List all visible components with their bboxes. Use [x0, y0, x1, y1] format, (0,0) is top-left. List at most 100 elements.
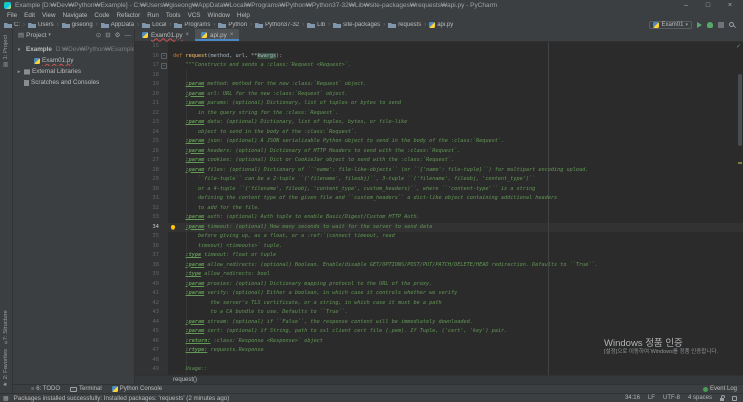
menu-item-edit[interactable]: Edit: [21, 11, 38, 20]
search-everywhere-icon[interactable]: [729, 22, 734, 27]
menu-item-run[interactable]: Run: [144, 11, 162, 20]
editor[interactable]: 15 16− def request(method, url, **kwargs):…: [135, 42, 743, 375]
line-number[interactable]: 40: [135, 279, 168, 289]
editor-line[interactable]: 15: [135, 42, 743, 52]
line-number[interactable]: 32: [135, 203, 168, 213]
line-number[interactable]: 26: [135, 146, 168, 156]
editor-line[interactable]: 45 :param cert: (optional) if String, pa…: [135, 327, 743, 337]
intention-bulb-icon[interactable]: [171, 224, 175, 229]
editor-line[interactable]: 28 :param files: (optional) Dictionary o…: [135, 165, 743, 175]
line-number[interactable]: 39: [135, 270, 168, 280]
editor-line[interactable]: 35 before giving up, as a float, or a :r…: [135, 232, 743, 242]
inspections-ok-icon[interactable]: ✓: [736, 43, 741, 50]
line-number[interactable]: 20: [135, 89, 168, 99]
editor-line[interactable]: 31 defining the content type of the give…: [135, 194, 743, 204]
breadcrumb-item-c[interactable]: C:: [4, 22, 20, 28]
editor-line[interactable]: 43 to a CA bundle to use. Defaults to ``…: [135, 308, 743, 318]
tool-window-switcher-icon[interactable]: ▦: [3, 395, 9, 402]
breadcrumb-item-appdata[interactable]: AppData: [100, 22, 134, 28]
editor-line[interactable]: 29 ``file-tuple`` can be a 2-tuple ``('f…: [135, 175, 743, 185]
line-number[interactable]: 30: [135, 184, 168, 194]
lock-icon[interactable]: [720, 395, 725, 401]
editor-line[interactable]: 34 :param timeout: (optional) How many s…: [135, 222, 743, 232]
run-configuration-select[interactable]: Exam01 ▾: [649, 20, 692, 29]
project-tree-item-example[interactable]: ▾ Example D:₩Dev₩Python₩Example: [13, 44, 134, 55]
editor-line[interactable]: 16− def request(method, url, **kwargs):: [135, 51, 743, 61]
editor-line[interactable]: 21 :param params: (optional) Dictionary,…: [135, 99, 743, 109]
editor-line[interactable]: 46 :return: :class:`Response <Response>`…: [135, 336, 743, 346]
breadcrumb-item-local[interactable]: Local: [142, 22, 166, 28]
line-number[interactable]: 25: [135, 137, 168, 147]
file-encoding[interactable]: UTF-8: [663, 395, 680, 401]
menu-item-tools[interactable]: Tools: [163, 11, 184, 20]
line-number[interactable]: 34: [135, 222, 168, 232]
line-number[interactable]: 23: [135, 118, 168, 128]
breadcrumb-item-requests[interactable]: requests: [388, 22, 421, 28]
editor-line[interactable]: 41 :param verify: (optional) Either a bo…: [135, 289, 743, 299]
menu-item-refactor[interactable]: Refactor: [113, 11, 143, 20]
tool-window-button-python-console[interactable]: Python Console: [111, 386, 162, 392]
line-number[interactable]: 28: [135, 165, 168, 175]
editor-line[interactable]: 39 :type allow_redirects: bool: [135, 270, 743, 280]
breadcrumb-item-sitepackages[interactable]: site-packages: [333, 22, 380, 28]
breadcrumb-item-giseong[interactable]: giseong: [61, 22, 93, 28]
chevron-down-icon[interactable]: ▾: [48, 32, 51, 38]
line-number[interactable]: 37: [135, 251, 168, 261]
editor-line[interactable]: 17− """Constructs and sends a :class:`Re…: [135, 61, 743, 71]
run-button[interactable]: [697, 21, 702, 28]
editor-line[interactable]: 49 Usage::: [135, 365, 743, 375]
inspections-profile-icon[interactable]: [732, 395, 737, 401]
collapse-all-icon[interactable]: ⊟: [105, 31, 110, 39]
project-tree-item-external-libraries[interactable]: ▸ External Libraries: [13, 66, 134, 77]
menu-item-help[interactable]: Help: [234, 11, 253, 20]
breadcrumb-member[interactable]: request(): [135, 377, 197, 383]
line-number[interactable]: 21: [135, 99, 168, 109]
editor-line[interactable]: 23 :param data: (optional) Dictionary, l…: [135, 118, 743, 128]
line-ending[interactable]: LF: [648, 395, 655, 401]
editor-line[interactable]: 30 or a 4-tuple ``('filename', fileobj, …: [135, 184, 743, 194]
editor-line[interactable]: 24 object to send in the body of the :cl…: [135, 127, 743, 137]
fold-icon[interactable]: −: [161, 62, 167, 69]
project-tree-item-exam01-py[interactable]: Exam01.py: [13, 55, 134, 66]
editor-line[interactable]: 44 :param stream: (optional) if ``False`…: [135, 317, 743, 327]
gear-icon[interactable]: ⚙: [115, 31, 121, 39]
line-number[interactable]: 49: [135, 365, 168, 375]
editor-tab-api-py[interactable]: api.py ×: [195, 29, 240, 41]
editor-line[interactable]: 18: [135, 70, 743, 80]
editor-line[interactable]: 26 :param headers: (optional) Dictionary…: [135, 146, 743, 156]
line-number[interactable]: 46: [135, 336, 168, 346]
line-number[interactable]: 38: [135, 260, 168, 270]
editor-line[interactable]: 40 :param proxies: (optional) Dictionary…: [135, 279, 743, 289]
breadcrumb-item-python3732[interactable]: Python37-32: [255, 22, 299, 28]
tool-window-button-terminal[interactable]: ›_ Terminal: [70, 386, 102, 392]
editor-line[interactable]: 25 :param json: (optional) A JSON serial…: [135, 137, 743, 147]
line-number[interactable]: 44: [135, 317, 168, 327]
warning-stripe-mark[interactable]: [738, 162, 742, 164]
line-number[interactable]: 27: [135, 156, 168, 166]
project-tree-item-scratches-and-consoles[interactable]: Scratches and Consoles: [13, 77, 134, 88]
line-number[interactable]: 19: [135, 80, 168, 90]
line-number[interactable]: 16−: [135, 51, 168, 61]
line-number[interactable]: 15: [135, 42, 168, 52]
menu-item-window[interactable]: Window: [205, 11, 233, 20]
breadcrumb-item-python[interactable]: Python: [218, 22, 247, 28]
editor-line[interactable]: 36 timeout) <timeouts>` tuple.: [135, 241, 743, 251]
editor-line[interactable]: 19 :param method: method for the new :cl…: [135, 80, 743, 90]
line-number[interactable]: 22: [135, 108, 168, 118]
breadcrumb-item-apipy[interactable]: api.py: [429, 21, 453, 28]
close-button[interactable]: ×: [719, 0, 741, 11]
menu-item-code[interactable]: Code: [91, 11, 112, 20]
tree-collapsed-icon[interactable]: ▸: [16, 69, 22, 75]
editor-line[interactable]: 37 :type timeout: float or tuple: [135, 251, 743, 261]
breadcrumb-item-programs[interactable]: Programs: [174, 22, 210, 28]
editor-line[interactable]: 38 :param allow_redirects: (optional) Bo…: [135, 260, 743, 270]
hide-panel-icon[interactable]: —: [125, 32, 132, 39]
line-number[interactable]: 36: [135, 241, 168, 251]
close-icon[interactable]: ×: [186, 32, 190, 38]
editor-line[interactable]: 33 :param auth: (optional) Auth tuple to…: [135, 213, 743, 223]
editor-line[interactable]: 27 :param cookies: (optional) Dict or Co…: [135, 156, 743, 166]
line-number[interactable]: 29: [135, 175, 168, 185]
caret-position[interactable]: 34:16: [625, 395, 640, 401]
line-number[interactable]: 17−: [135, 61, 168, 71]
locate-file-icon[interactable]: ⊙: [96, 31, 101, 39]
